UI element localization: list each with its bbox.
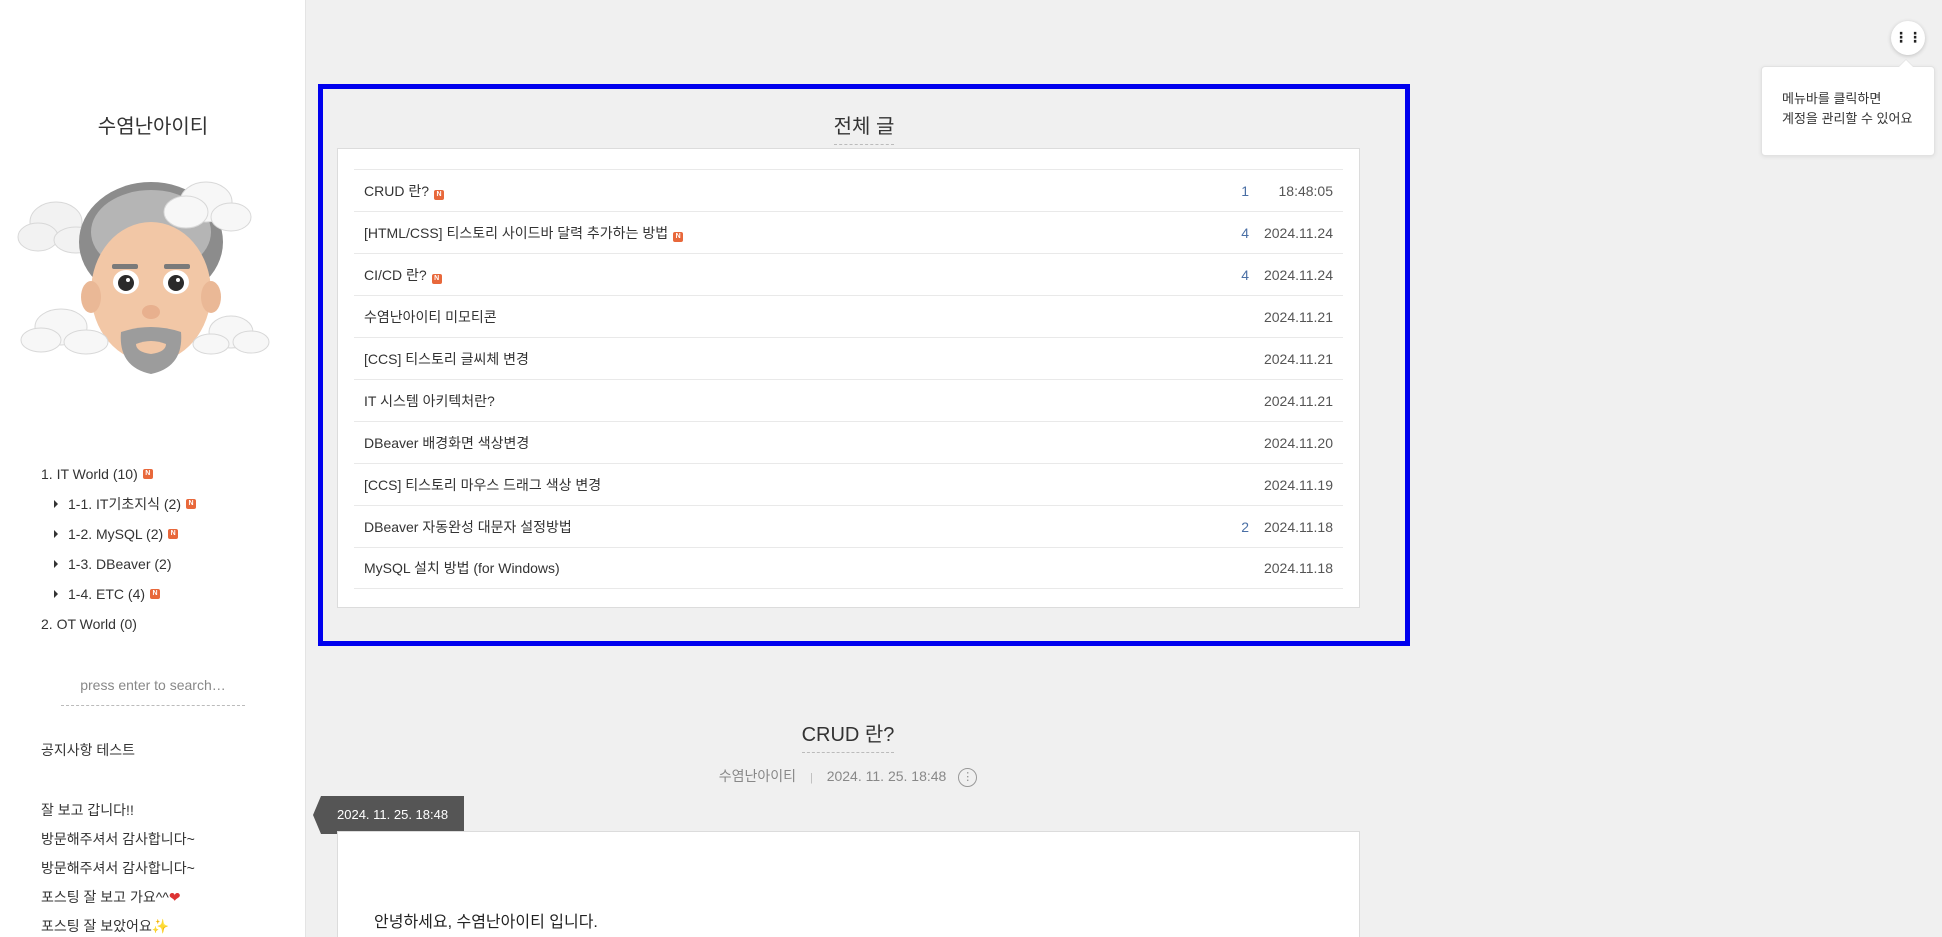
sparkle-icon: ✨ — [151, 918, 170, 934]
post-row[interactable]: [CCS] 티스토리 마우스 드래그 색상 변경 2024.11.19 — [354, 463, 1343, 505]
post-row[interactable]: MySQL 설치 방법 (for Windows) 2024.11.18 — [354, 547, 1343, 589]
new-badge-icon: N — [185, 499, 196, 509]
category-item[interactable]: 1-4. ETC (4) N — [41, 579, 281, 609]
post-row[interactable]: CRUD 란? N 1 18:48:05 — [354, 169, 1343, 211]
post-title: [CCS] 티스토리 글씨체 변경 — [364, 350, 529, 367]
post-title: IT 시스템 아키텍처란? — [364, 392, 495, 409]
date-ribbon: 2024. 11. 25. 18:48 — [313, 796, 464, 834]
category-item[interactable]: 1-2. MySQL (2) N — [41, 519, 281, 549]
comment-count: 4 — [1241, 266, 1249, 283]
category-label: 1-3. DBeaver (2) — [68, 556, 172, 572]
comment-count: 1 — [1241, 182, 1249, 199]
post-date: 2024.11.21 — [1263, 350, 1333, 367]
menu-dots-icon: ⋮⋮ — [1894, 29, 1922, 45]
triangle-right-icon — [54, 560, 58, 568]
new-badge-icon: N — [142, 469, 153, 479]
new-badge-icon: N — [431, 273, 442, 284]
triangle-right-icon — [54, 590, 58, 598]
post-date: 2024.11.20 — [1263, 434, 1333, 451]
post-list: CRUD 란? N 1 18:48:05 [HTML/CSS] 티스토리 사이드바… — [337, 148, 1360, 608]
comment-item[interactable]: 방문해주셔서 감사합니다~ — [41, 827, 195, 856]
post-title: 수염난아이티 미모티콘 — [364, 308, 497, 325]
comment-count: 2 — [1241, 518, 1249, 535]
category-item[interactable]: 1-1. IT기초지식 (2) N — [41, 489, 281, 519]
post-title: DBeaver 배경화면 색상변경 — [364, 434, 530, 451]
sidebar: 수염난아이티 1. IT World (10) N 1-1. IT기초지식 (2… — [0, 0, 306, 937]
article-datetime: 2024. 11. 25. 18:48 — [826, 768, 947, 784]
post-title: CI/CD 란? — [364, 266, 427, 283]
post-row[interactable]: CI/CD 란? N 4 2024.11.24 — [354, 253, 1343, 295]
article-meta: 수염난아이티 | 2024. 11. 25. 18:48 ⋮ — [318, 766, 1378, 787]
category-label: 1-1. IT기초지식 (2) — [68, 496, 181, 512]
comment-item[interactable]: 잘 보고 갑니다!! — [41, 798, 195, 827]
category-item[interactable]: 1-3. DBeaver (2) — [41, 549, 281, 579]
post-row[interactable]: [HTML/CSS] 티스토리 사이드바 달력 추가하는 방법 N 4 2024.… — [354, 211, 1343, 253]
avatar[interactable] — [16, 172, 272, 392]
search-input[interactable]: press enter to search… — [61, 670, 245, 706]
category-label: 1-4. ETC (4) — [68, 586, 146, 602]
category-label: 1. IT World (10) — [41, 466, 138, 482]
notice-link[interactable]: 공지사항 테스트 — [41, 740, 135, 760]
post-title: MySQL 설치 방법 (for Windows) — [364, 560, 560, 576]
post-row[interactable]: [CCS] 티스토리 글씨체 변경 2024.11.21 — [354, 337, 1343, 379]
more-options-icon[interactable]: ⋮ — [958, 767, 978, 787]
post-date: 2024.11.18 — [1263, 518, 1333, 535]
triangle-right-icon — [54, 530, 58, 538]
post-date: 2024.11.18 — [1263, 560, 1333, 576]
menu-button[interactable]: ⋮⋮ — [1891, 21, 1925, 55]
comment-item[interactable]: 방문해주셔서 감사합니다~ — [41, 856, 195, 885]
comment-count: 4 — [1241, 224, 1249, 241]
menu-tooltip: 메뉴바를 클릭하면 계정을 관리할 수 있어요 — [1761, 59, 1935, 156]
post-row[interactable]: DBeaver 배경화면 색상변경 2024.11.20 — [354, 421, 1343, 463]
triangle-right-icon — [54, 500, 58, 508]
blog-title[interactable]: 수염난아이티 — [0, 110, 306, 139]
category-list: 1. IT World (10) N 1-1. IT기초지식 (2) N 1-2… — [41, 459, 281, 639]
article-body: 안녕하세요, 수염난아이티 입니다. — [337, 831, 1360, 937]
post-title: CRUD 란? — [364, 182, 429, 199]
tooltip-line: 계정을 관리할 수 있어요 — [1782, 111, 1913, 126]
post-title: DBeaver 자동완성 대문자 설정방법 — [364, 518, 572, 535]
post-date: 2024.11.21 — [1263, 392, 1333, 409]
tooltip-line: 메뉴바를 클릭하면 — [1782, 91, 1882, 106]
article-title: CRUD 란? — [318, 718, 1378, 753]
post-row[interactable]: DBeaver 자동완성 대문자 설정방법 2 2024.11.18 — [354, 505, 1343, 547]
post-date: 2024.11.24 — [1263, 224, 1333, 241]
post-row[interactable]: 수염난아이티 미모티콘 2024.11.21 — [354, 295, 1343, 337]
category-label: 2. OT World (0) — [41, 616, 137, 632]
comment-item[interactable]: 포스팅 잘 보았어요✨ — [41, 914, 195, 937]
meta-separator: | — [809, 772, 813, 784]
post-list-title: 전체 글 — [318, 110, 1410, 145]
heart-icon: ❤ — [168, 889, 181, 905]
article-paragraph: 안녕하세요, 수염난아이티 입니다. — [374, 914, 598, 931]
post-date: 2024.11.19 — [1263, 476, 1333, 493]
new-badge-icon: N — [434, 189, 444, 200]
post-row[interactable]: IT 시스템 아키텍처란? 2024.11.21 — [354, 379, 1343, 421]
post-date: 18:48:05 — [1278, 182, 1334, 199]
comment-item[interactable]: 포스팅 잘 보고 가요^^❤ — [41, 885, 195, 914]
category-label: 1-2. MySQL (2) — [68, 526, 164, 542]
post-title: [CCS] 티스토리 마우스 드래그 색상 변경 — [364, 476, 602, 493]
new-badge-icon: N — [168, 529, 179, 539]
new-badge-icon: N — [150, 589, 161, 599]
new-badge-icon: N — [673, 231, 684, 242]
post-date: 2024.11.21 — [1263, 308, 1333, 325]
post-title: [HTML/CSS] 티스토리 사이드바 달력 추가하는 방법 — [364, 224, 669, 241]
recent-comments: 잘 보고 갑니다!! 방문해주셔서 감사합니다~ 방문해주셔서 감사합니다~ 포… — [41, 798, 195, 937]
article-author[interactable]: 수염난아이티 — [719, 768, 796, 784]
category-item[interactable]: 2. OT World (0) — [41, 609, 281, 639]
post-date: 2024.11.24 — [1263, 266, 1333, 283]
category-item[interactable]: 1. IT World (10) N — [41, 459, 281, 489]
